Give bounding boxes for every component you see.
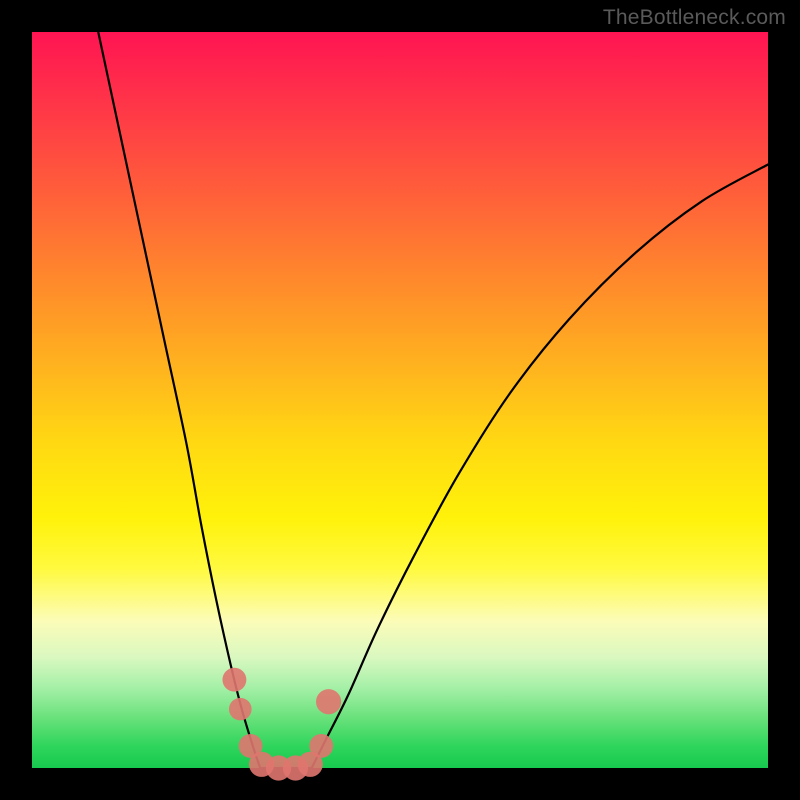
plot-area (32, 32, 768, 768)
valley-marker (222, 668, 246, 692)
valley-markers (222, 668, 341, 781)
valley-marker (316, 689, 341, 714)
watermark-text: TheBottleneck.com (603, 6, 786, 30)
curve-overlay (32, 32, 768, 768)
left-branch-curve (98, 32, 260, 768)
chart-frame: TheBottleneck.com (0, 0, 800, 800)
right-branch-curve (312, 164, 768, 768)
valley-marker (309, 734, 333, 758)
valley-marker (229, 698, 252, 721)
